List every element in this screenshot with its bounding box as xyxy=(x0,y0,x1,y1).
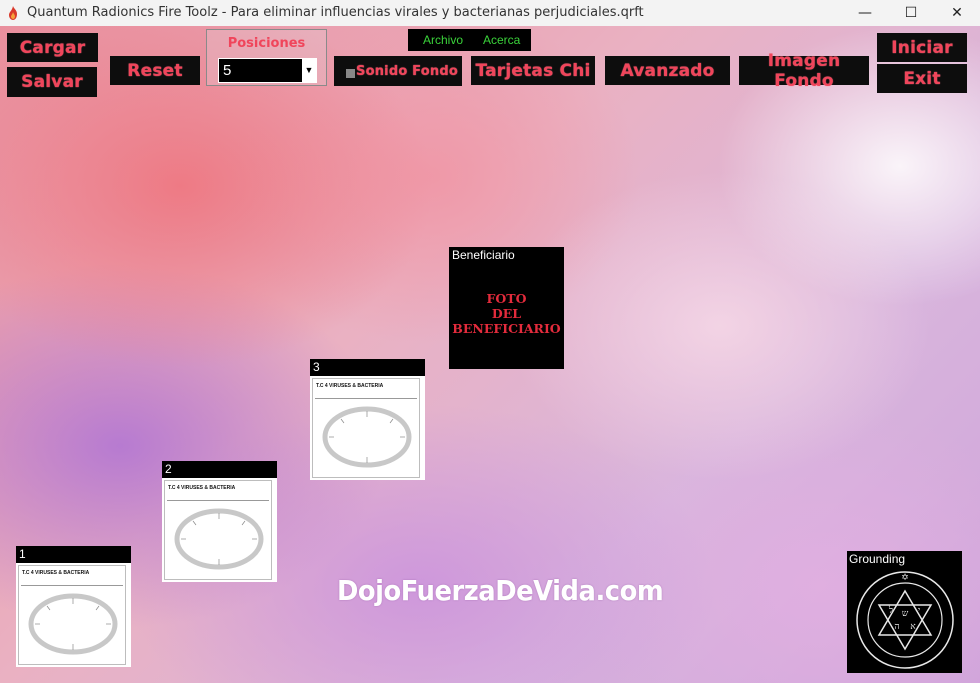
iniciar-button[interactable]: Iniciar xyxy=(877,33,967,62)
foto-line-1: FOTO xyxy=(486,291,527,306)
title-bar: Quantum Radionics Fire Toolz - Para elim… xyxy=(0,0,980,26)
main-canvas: Cargar Salvar Reset Posiciones 5 ▼ Archi… xyxy=(0,26,980,683)
window-title: Quantum Radionics Fire Toolz - Para elim… xyxy=(27,5,644,20)
posiciones-panel: Posiciones 5 ▼ xyxy=(206,29,327,86)
salvar-button[interactable]: Salvar xyxy=(7,67,97,97)
position-card-1[interactable]: 1 T.C 4 VIRUSES & BACTERIA xyxy=(16,546,131,667)
svg-text:י: י xyxy=(918,606,920,616)
cargar-button[interactable]: Cargar xyxy=(7,33,98,62)
radionic-dial-icon xyxy=(28,593,118,655)
card-number: 3 xyxy=(310,359,425,376)
svg-text:ל: ל xyxy=(888,605,893,616)
beneficiario-panel[interactable]: Beneficiario FOTO DEL BENEFICIARIO xyxy=(449,247,564,369)
position-card-2[interactable]: 2 T.C 4 VIRUSES & BACTERIA xyxy=(162,461,277,582)
card-title: T.C 4 VIRUSES & BACTERIA xyxy=(316,383,384,389)
card-image: T.C 4 VIRUSES & BACTERIA xyxy=(16,563,131,667)
card-number: 2 xyxy=(162,461,277,478)
posiciones-select[interactable]: 5 ▼ xyxy=(218,58,317,83)
posiciones-value: 5 xyxy=(223,62,232,79)
foto-line-2: DEL xyxy=(491,306,522,321)
svg-text:ה: ה xyxy=(894,622,899,632)
exit-button[interactable]: Exit xyxy=(877,64,967,93)
foto-line-3: BENEFICIARIO xyxy=(452,321,561,336)
radionic-dial-icon xyxy=(322,406,412,468)
beneficiario-label: Beneficiario xyxy=(452,248,515,262)
tarjetas-chi-button[interactable]: Tarjetas Chi xyxy=(471,56,595,85)
grounding-panel[interactable]: Grounding שה א ל י ✡ xyxy=(847,551,962,673)
fire-icon xyxy=(9,6,17,20)
sonido-checkbox[interactable] xyxy=(346,69,355,78)
grounding-label: Grounding xyxy=(849,552,906,566)
sonido-fondo-label: Sonido Fondo xyxy=(356,63,458,79)
minimize-button[interactable]: — xyxy=(842,0,888,26)
card-image: T.C 4 VIRUSES & BACTERIA xyxy=(310,376,425,480)
imagen-fondo-button[interactable]: Imagen Fondo xyxy=(739,51,869,91)
menu-acerca[interactable]: Acerca xyxy=(483,33,520,47)
reset-button[interactable]: Reset xyxy=(110,56,200,85)
chevron-down-icon[interactable]: ▼ xyxy=(302,59,316,82)
watermark-text: DojoFuerzaDeVida.com xyxy=(337,574,664,607)
posiciones-label: Posiciones xyxy=(227,36,306,51)
maximize-button[interactable]: ☐ xyxy=(888,0,934,26)
card-number: 1 xyxy=(16,546,131,563)
sonido-fondo-button[interactable]: Sonido Fondo xyxy=(334,56,462,86)
card-title: T.C 4 VIRUSES & BACTERIA xyxy=(168,485,236,491)
foto-placeholder: FOTO DEL BENEFICIARIO xyxy=(449,291,564,336)
seal-pentacle-icon: שה א ל י ✡ xyxy=(856,571,954,669)
radionic-dial-icon xyxy=(174,508,264,570)
menu-archivo[interactable]: Archivo xyxy=(423,33,463,47)
position-card-3[interactable]: 3 T.C 4 VIRUSES & BACTERIA xyxy=(310,359,425,480)
close-button[interactable]: ✕ xyxy=(934,0,980,26)
card-image: T.C 4 VIRUSES & BACTERIA xyxy=(162,478,277,582)
menu-bar: Archivo Acerca xyxy=(408,29,531,51)
avanzado-button[interactable]: Avanzado xyxy=(605,56,730,85)
svg-text:א: א xyxy=(910,622,916,632)
svg-text:ש: ש xyxy=(902,609,909,619)
svg-text:✡: ✡ xyxy=(901,573,909,583)
card-title: T.C 4 VIRUSES & BACTERIA xyxy=(22,570,90,576)
